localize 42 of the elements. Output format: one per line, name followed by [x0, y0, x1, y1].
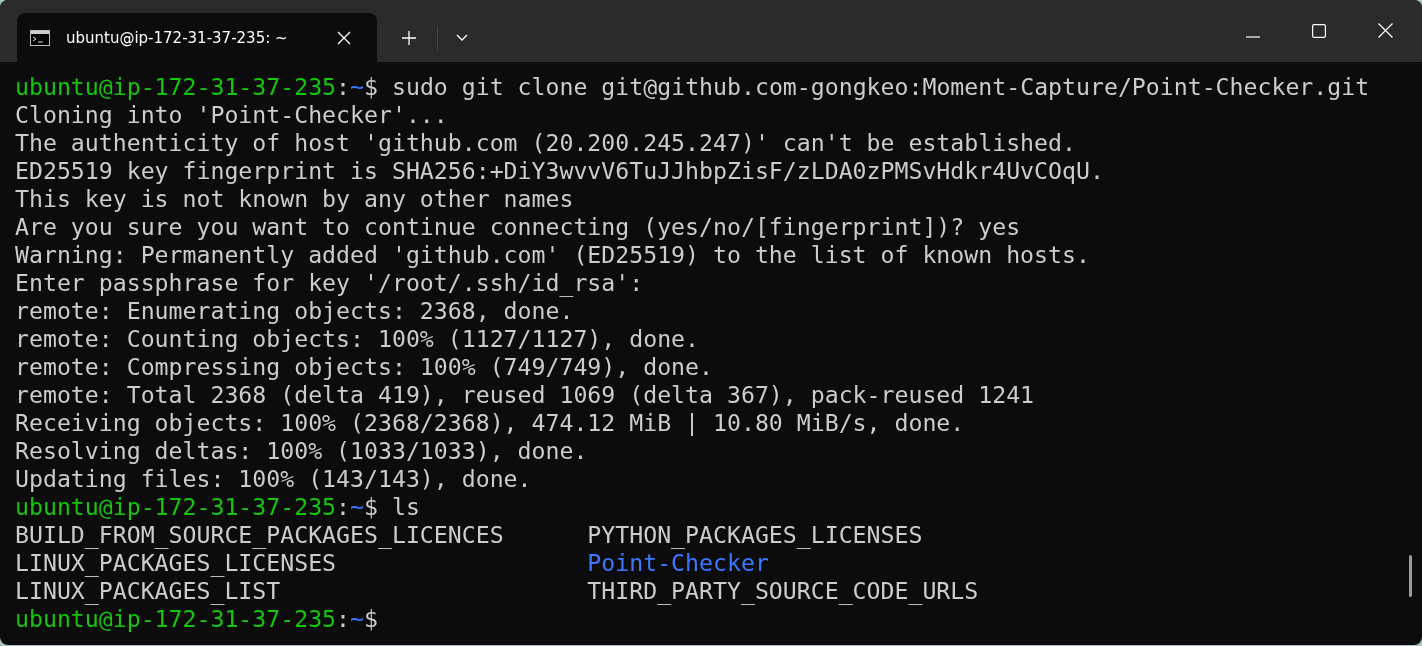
- prompt-user: ubuntu@ip-172-31-37-235: [15, 73, 337, 100]
- prompt-user: ubuntu@ip-172-31-37-235: [15, 605, 337, 632]
- prompt-separator: :: [336, 605, 351, 632]
- scrollbar-thumb[interactable]: [1409, 555, 1412, 597]
- output-line: ED25519 key fingerprint is SHA256:+DiY3wvvV6TuJJhbpZisF/zLDA0zPMSvHdkr4UvCOqU.: [15, 157, 1104, 184]
- output-line: The authenticity of host 'github.com (20.200.245.247)' can't be established.: [15, 129, 1076, 156]
- file-name: THIRD_PARTY_SOURCE_CODE_URLS: [587, 577, 979, 604]
- prompt-path: ~: [350, 493, 365, 520]
- prompt-path: ~: [350, 73, 365, 100]
- dropdown-icon[interactable]: [456, 34, 468, 42]
- output-line: Warning: Permanently added 'github.com' (ED25519) to the list of known hosts.: [15, 241, 1090, 268]
- output-line: Receiving objects: 100% (2368/2368), 474.12 MiB | 10.80 MiB/s, done.: [15, 409, 965, 436]
- prompt-symbol: $: [364, 493, 378, 520]
- terminal-icon: [30, 29, 50, 46]
- output-line: remote: Compressing objects: 100% (749/749), done.: [15, 353, 713, 380]
- output-line: remote: Total 2368 (delta 419), reused 1069 (delta 367), pack-reused 1241: [15, 381, 1035, 408]
- output-line: remote: Enumerating objects: 2368, done.: [15, 297, 574, 324]
- prompt-symbol: $: [364, 73, 378, 100]
- output-line: remote: Counting objects: 100% (1127/1127), done.: [15, 325, 700, 352]
- directory-name: Point-Checker: [587, 549, 769, 576]
- file-name: LINUX_PACKAGES_LICENSES: [15, 549, 337, 576]
- prompt-separator: :: [336, 73, 351, 100]
- prompt-path: ~: [350, 605, 365, 632]
- prompt-separator: :: [336, 493, 351, 520]
- command-text: ls: [391, 493, 420, 520]
- command-text: sudo git clone git@github.com-gongkeo:Moment-Capture/Point-Checker.git: [391, 73, 1370, 100]
- file-name: BUILD_FROM_SOURCE_PACKAGES_LICENCES: [15, 521, 504, 548]
- file-name: LINUX_PACKAGES_LIST: [15, 577, 281, 604]
- output-line: Resolving deltas: 100% (1033/1033), done.: [15, 437, 588, 464]
- output-line: Updating files: 100% (143/143), done.: [15, 465, 532, 492]
- output-line: Cloning into 'Point-Checker'...: [15, 101, 448, 128]
- close-tab-icon[interactable]: [337, 30, 351, 45]
- close-icon[interactable]: [1378, 23, 1393, 38]
- new-tab-icon[interactable]: [401, 30, 417, 46]
- output-line: Are you sure you want to continue connecting (yes/no/[fingerprint])? yes: [15, 213, 1021, 240]
- maximize-icon[interactable]: [1312, 24, 1326, 38]
- output-line: This key is not known by any other names: [15, 185, 574, 212]
- terminal-tab[interactable]: ubuntu@ip-172-31-37-235: ~: [17, 13, 377, 62]
- output-line: Enter passphrase for key '/root/.ssh/id_rsa':: [15, 269, 644, 296]
- prompt-user: ubuntu@ip-172-31-37-235: [15, 493, 337, 520]
- file-name: PYTHON_PACKAGES_LICENSES: [587, 521, 923, 548]
- prompt-symbol: $: [364, 605, 378, 632]
